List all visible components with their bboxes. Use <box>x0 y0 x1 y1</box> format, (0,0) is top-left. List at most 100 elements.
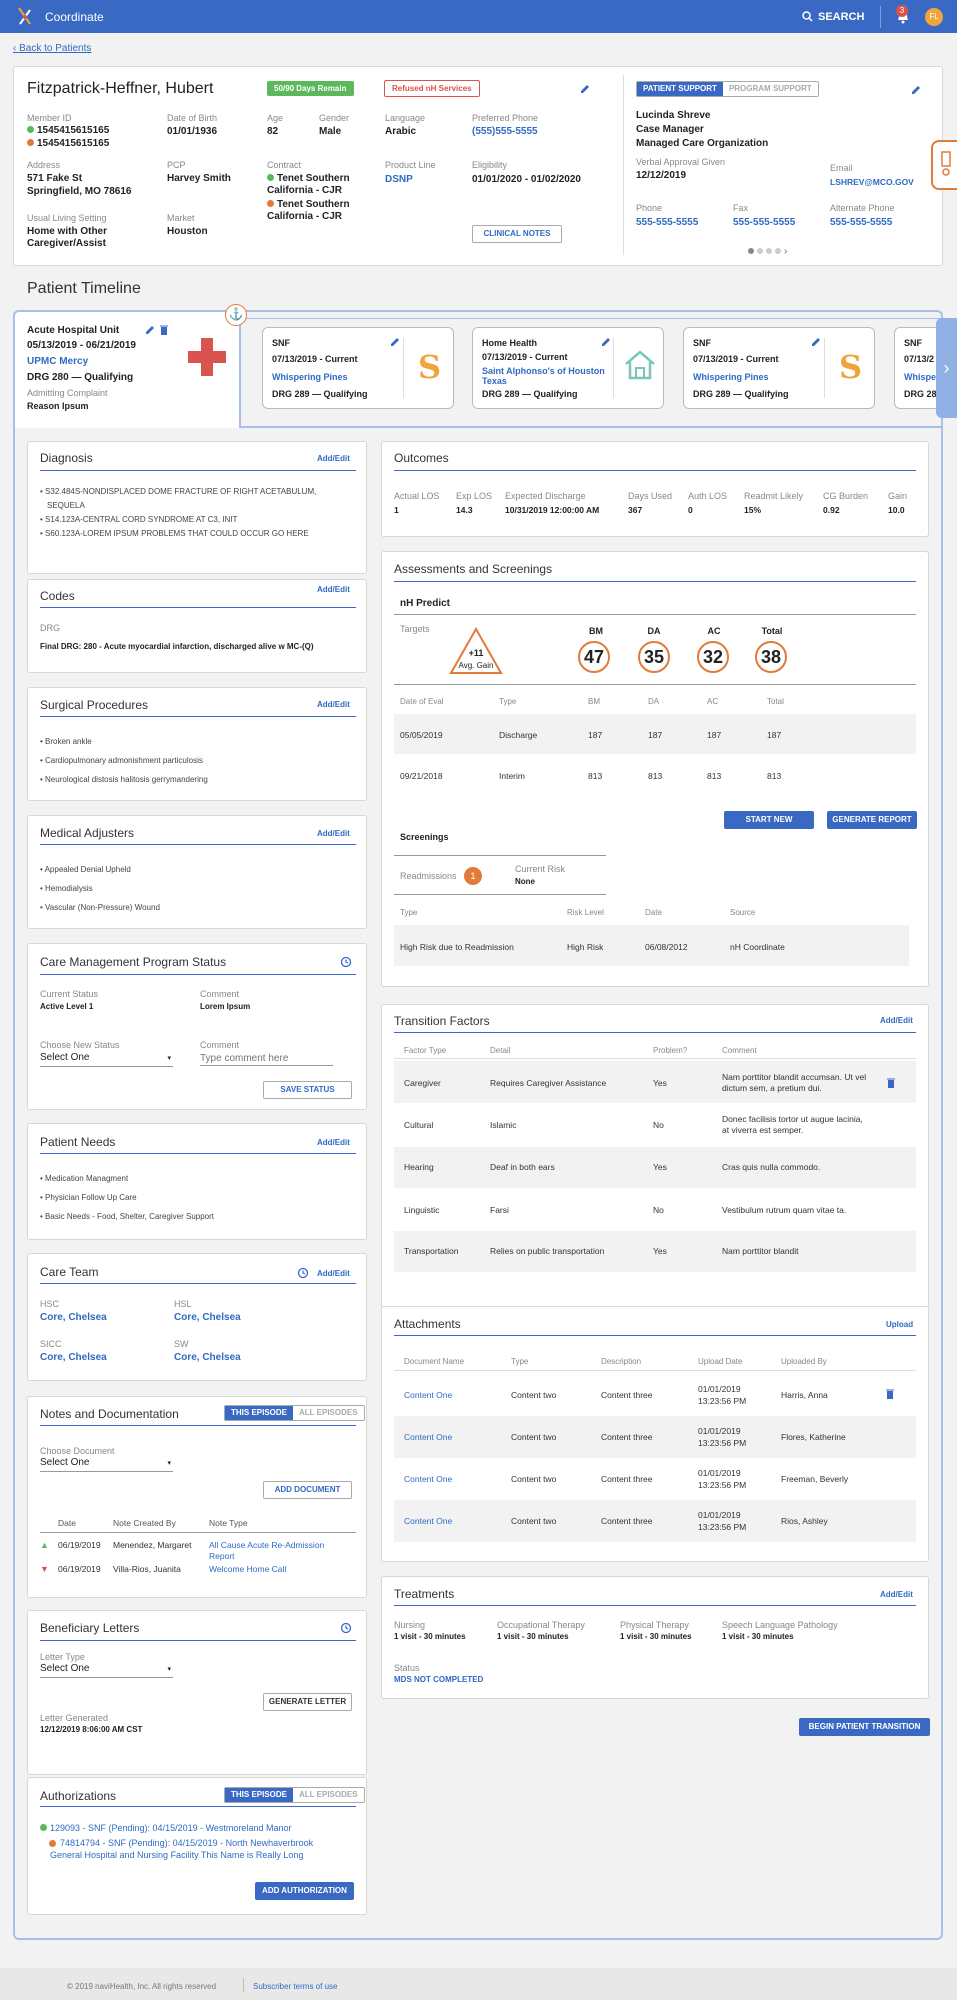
care-team-member-link[interactable]: Core, Chelsea <box>174 1352 241 1363</box>
comment-input[interactable] <box>200 1051 333 1066</box>
table-row[interactable] <box>394 1500 916 1542</box>
care-team-add-edit-link[interactable]: Add/Edit <box>317 1269 350 1278</box>
eval-cell: 187 <box>767 730 782 740</box>
avatar[interactable]: FL <box>925 8 943 26</box>
tab-this-episode[interactable]: THIS EPISODE <box>225 1788 294 1802</box>
timeline-next-button[interactable]: › <box>936 318 957 418</box>
add-document-button[interactable]: ADD DOCUMENT <box>263 1481 352 1499</box>
authorization-link[interactable]: 129093 - SNF (Pending): 04/15/2019 - Wes… <box>50 1823 291 1833</box>
address-label: Address <box>27 160 61 170</box>
support-phone-link[interactable]: 555-555-5555 <box>636 217 698 228</box>
edit-support-icon[interactable] <box>911 85 921 95</box>
trash-icon[interactable] <box>887 1078 895 1088</box>
treatment-status-link[interactable]: MDS NOT COMPLETED <box>394 1675 483 1684</box>
email-link[interactable]: LSHREV@MCO.GOV <box>830 177 914 187</box>
begin-patient-transition-button[interactable]: BEGIN PATIENT TRANSITION <box>799 1718 930 1736</box>
delete-episode-icon[interactable] <box>160 325 168 335</box>
timeline-card-facility[interactable]: Whispering Pines <box>272 372 348 382</box>
care-team-member-link[interactable]: Core, Chelsea <box>40 1352 107 1363</box>
care-team-member-link[interactable]: Core, Chelsea <box>174 1312 241 1323</box>
list-item: • S60.123A-LOREM IPSUM PROBLEMS THAT COU… <box>40 529 309 538</box>
alt-phone-link[interactable]: 555-555-5555 <box>830 217 892 228</box>
upload-link[interactable]: Upload <box>886 1320 913 1329</box>
document-link[interactable]: Content One <box>404 1432 452 1442</box>
surgical-add-edit-link[interactable]: Add/Edit <box>317 700 350 709</box>
table-row[interactable] <box>394 1372 916 1414</box>
edit-patient-icon[interactable] <box>580 84 590 94</box>
needs-add-edit-link[interactable]: Add/Edit <box>317 1138 350 1147</box>
authorization-link[interactable]: 74814794 - SNF (Pending): 04/15/2019 - N… <box>50 1838 313 1860</box>
tab-program-support[interactable]: PROGRAM SUPPORT <box>723 82 818 96</box>
transition-cell: Donec facilisis tortor ut augue lacinia,… <box>722 1114 863 1135</box>
codes-add-edit-link[interactable]: Add/Edit <box>317 585 350 594</box>
carousel-dots[interactable]: › <box>748 246 787 257</box>
save-status-button[interactable]: SAVE STATUS <box>263 1081 352 1099</box>
diagnosis-add-edit-link[interactable]: Add/Edit <box>317 454 350 463</box>
fax-link[interactable]: 555-555-5555 <box>733 217 795 228</box>
status-select[interactable]: Select One ▾ <box>40 1052 173 1067</box>
screen-cell: 06/08/2012 <box>645 942 688 952</box>
treatments-add-edit-link[interactable]: Add/Edit <box>880 1590 913 1599</box>
start-new-button[interactable]: START NEW <box>724 811 814 829</box>
add-authorization-button[interactable]: ADD AUTHORIZATION <box>255 1882 354 1900</box>
document-link[interactable]: Content One <box>404 1516 452 1526</box>
timeline-card-facility[interactable]: Saint Alphonso's of Houston Texas <box>482 366 607 386</box>
tab-all-episodes[interactable]: ALL EPISODES <box>293 1788 364 1802</box>
timeline-card-drg: DRG 289 — Qualifying <box>482 389 578 399</box>
adjusters-add-edit-link[interactable]: Add/Edit <box>317 829 350 838</box>
side-drawer-tab[interactable] <box>931 140 957 190</box>
readmissions-count-badge[interactable]: 1 <box>464 867 482 885</box>
carousel-dot[interactable] <box>775 248 781 254</box>
authorization-item[interactable]: 129093 - SNF (Pending): 04/15/2019 - Wes… <box>40 1823 350 1833</box>
timeline-card-facility[interactable]: Whispering Pines <box>693 372 769 382</box>
table-row[interactable]: ▲ 06/19/2019 Menendez, Margaret All Caus… <box>40 1540 356 1562</box>
edit-timeline-card-icon[interactable] <box>811 337 821 347</box>
care-team-member-link[interactable]: Core, Chelsea <box>40 1312 107 1323</box>
authorization-item[interactable]: 74814794 - SNF (Pending): 04/15/2019 - N… <box>49 1837 340 1861</box>
search-icon <box>802 11 813 22</box>
search-button[interactable]: SEARCH <box>802 11 864 23</box>
document-link[interactable]: Content One <box>404 1474 452 1484</box>
list-item: • S32.484S-NONDISPLACED DOME FRACTURE OF… <box>40 487 317 496</box>
attach-cell: Content three <box>601 1432 653 1442</box>
list-item: • Basic Needs - Food, Shelter, Caregiver… <box>40 1212 215 1221</box>
phone-link[interactable]: (555)555-5555 <box>472 126 538 137</box>
document-link[interactable]: Content One <box>404 1390 452 1400</box>
generate-report-button[interactable]: GENERATE REPORT <box>827 811 917 829</box>
trash-icon[interactable] <box>886 1389 894 1399</box>
history-icon[interactable] <box>340 1622 352 1634</box>
current-facility-link[interactable]: UPMC Mercy <box>27 356 88 367</box>
carousel-dot[interactable] <box>748 248 754 254</box>
history-icon[interactable] <box>340 956 352 968</box>
edit-timeline-card-icon[interactable] <box>390 337 400 347</box>
history-icon[interactable] <box>297 1267 309 1279</box>
note-type-link[interactable]: All Cause Acute Re-Admission Report <box>209 1540 349 1562</box>
document-select[interactable]: Select One ▾ <box>40 1457 173 1472</box>
transition-cell: Requires Caregiver Assistance <box>490 1078 607 1088</box>
chevron-right-icon[interactable]: › <box>784 246 787 257</box>
product-line-link[interactable]: DSNP <box>385 174 413 185</box>
timeline-card-facility[interactable]: Whispe <box>904 372 936 382</box>
footer-terms-link[interactable]: Subscriber terms of use <box>253 1982 337 1991</box>
drg-value: Final DRG: 280 - Acute myocardial infarc… <box>40 642 314 651</box>
note-type-link[interactable]: Welcome Home Call <box>209 1564 286 1574</box>
carousel-dot[interactable] <box>766 248 772 254</box>
treatments-title: Treatments <box>394 1587 455 1601</box>
letter-type-select[interactable]: Select One ▾ <box>40 1663 173 1678</box>
snf-divider <box>403 338 404 398</box>
edit-timeline-card-icon[interactable] <box>601 337 611 347</box>
carousel-dot[interactable] <box>757 248 763 254</box>
back-to-patients-link[interactable]: ‹ Back to Patients <box>13 43 91 54</box>
tab-all-episodes[interactable]: ALL EPISODES <box>293 1406 364 1420</box>
clinical-notes-button[interactable]: CLINICAL NOTES <box>472 225 562 243</box>
tab-patient-support[interactable]: PATIENT SUPPORT <box>637 82 723 96</box>
note-date: 06/19/2019 <box>58 1540 101 1550</box>
edit-episode-icon[interactable] <box>145 325 155 335</box>
coordinate-logo-icon[interactable] <box>16 6 34 28</box>
support-contact-role: Case Manager <box>636 124 704 135</box>
generate-letter-button[interactable]: GENERATE LETTER <box>263 1693 352 1711</box>
table-row[interactable]: ▼ 06/19/2019 Villa-Rios, Juanita Welcome… <box>40 1564 356 1578</box>
transition-add-edit-link[interactable]: Add/Edit <box>880 1016 913 1025</box>
tab-this-episode[interactable]: THIS EPISODE <box>225 1406 294 1420</box>
assessments-underline <box>394 581 916 582</box>
